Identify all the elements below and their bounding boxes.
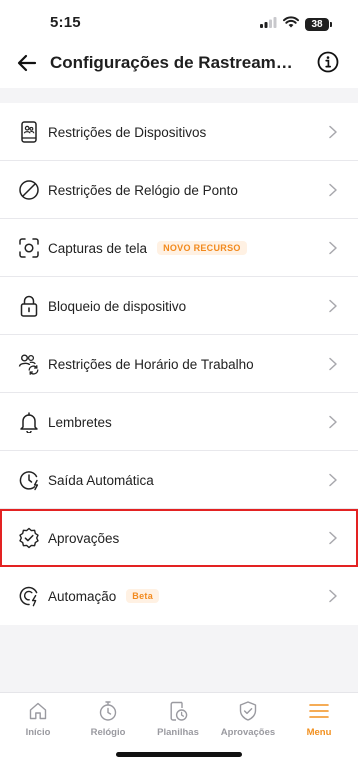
chevron-right-icon <box>329 299 337 313</box>
bell-icon <box>18 411 40 433</box>
chevron-right-icon <box>329 531 337 545</box>
settings-item-label: Restrições de Relógio de Ponto <box>48 182 238 198</box>
lock-icon <box>18 295 40 317</box>
nav-label: Aprovações <box>220 727 276 738</box>
nav-item-relogio[interactable]: Relógio <box>73 699 143 743</box>
approval-badge-icon <box>18 527 40 549</box>
settings-item-label: Bloqueio de dispositivo <box>48 298 187 314</box>
phone-screen: 5:15 38 Configurações de Rastreament... … <box>0 0 358 768</box>
settings-content: Restrições de Dispositivos Restrições de… <box>0 88 358 692</box>
nav-label: Planilhas <box>157 727 199 738</box>
settings-item-label: Capturas de tela NOVO RECURSO <box>48 219 247 277</box>
settings-item-label: Aprovações <box>48 530 120 546</box>
settings-list: Restrições de Dispositivos Restrições de… <box>0 103 358 625</box>
info-icon <box>317 51 339 73</box>
home-indicator <box>116 752 242 757</box>
settings-item-device-lock[interactable]: Bloqueio de dispositivo <box>0 277 358 335</box>
status-time: 5:15 <box>50 14 81 31</box>
chevron-right-icon <box>329 589 337 603</box>
chevron-right-icon <box>329 241 337 255</box>
nav-item-planilhas[interactable]: Planilhas <box>143 699 213 743</box>
settings-item-auto-clock-out[interactable]: Saída Automática <box>0 451 358 509</box>
back-button[interactable] <box>16 52 38 74</box>
status-bar: 5:15 38 <box>0 0 358 46</box>
page-title: Configurações de Rastreament... <box>50 53 300 72</box>
new-feature-badge: NOVO RECURSO <box>157 241 247 255</box>
wifi-icon <box>283 15 299 33</box>
chevron-right-icon <box>329 415 337 429</box>
home-icon <box>26 699 50 723</box>
device-user-icon <box>18 121 40 143</box>
shield-check-icon <box>236 699 260 723</box>
nav-label: Menu <box>306 727 332 738</box>
settings-item-label: Saída Automática <box>48 472 154 488</box>
chevron-right-icon <box>329 183 337 197</box>
beta-badge: Beta <box>126 589 160 603</box>
settings-item-reminders[interactable]: Lembretes <box>0 393 358 451</box>
bottom-nav: Início Relógio Planilhas Aprovações Menu <box>0 692 358 768</box>
settings-item-label: Restrições de Dispositivos <box>48 124 207 140</box>
settings-item-work-hours-restrictions[interactable]: Restrições de Horário de Trabalho <box>0 335 358 393</box>
users-sync-icon <box>18 353 40 375</box>
settings-item-label: Lembretes <box>48 414 112 430</box>
settings-item-approvals[interactable]: Aprovações <box>0 509 358 567</box>
settings-item-label: Restrições de Horário de Trabalho <box>48 356 254 372</box>
back-arrow-icon <box>17 54 37 72</box>
chevron-right-icon <box>329 125 337 139</box>
battery-level: 38 <box>305 17 329 31</box>
menu-icon <box>307 699 331 723</box>
nav-item-menu[interactable]: Menu <box>284 699 354 743</box>
battery-icon: 38 <box>305 17 332 31</box>
settings-item-automation[interactable]: Automação Beta <box>0 567 358 625</box>
automation-icon <box>18 585 40 607</box>
timesheet-icon <box>166 699 190 723</box>
screenshot-icon <box>18 237 40 259</box>
signal-icon <box>260 15 277 33</box>
app-header: Configurações de Rastreament... <box>0 46 358 80</box>
nav-label: Início <box>25 727 51 738</box>
status-icons: 38 <box>260 15 332 33</box>
settings-item-time-clock-restrictions[interactable]: Restrições de Relógio de Ponto <box>0 161 358 219</box>
chevron-right-icon <box>329 473 337 487</box>
settings-item-label: Automação Beta <box>48 567 160 625</box>
stopwatch-icon <box>96 699 120 723</box>
nav-label: Relógio <box>90 727 126 738</box>
settings-item-screenshots[interactable]: Capturas de tela NOVO RECURSO <box>0 219 358 277</box>
chevron-right-icon <box>329 357 337 371</box>
nav-item-aprovacoes[interactable]: Aprovações <box>213 699 283 743</box>
settings-item-device-restrictions[interactable]: Restrições de Dispositivos <box>0 103 358 161</box>
prohibited-icon <box>18 179 40 201</box>
auto-clock-out-icon <box>18 469 40 491</box>
nav-item-inicio[interactable]: Início <box>3 699 73 743</box>
info-button[interactable] <box>316 50 340 74</box>
